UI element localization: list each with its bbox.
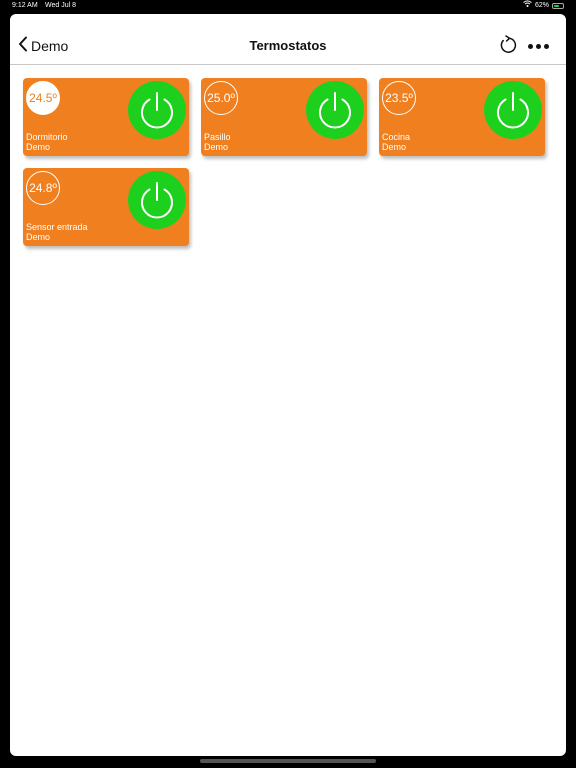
thermostat-group: Demo — [26, 142, 51, 152]
more-icon-dot — [536, 43, 541, 49]
thermostat-tile[interactable]: 24.5º Dormitorio Demo — [23, 78, 189, 156]
home-indicator[interactable] — [200, 759, 376, 763]
battery-charging-icon — [552, 3, 564, 9]
thermostat-group: Demo — [382, 142, 407, 152]
app-sheet: Demo Termostatos 24.5º Dormitorio Demo 2… — [10, 14, 566, 756]
temperature-reading[interactable]: 24.5º — [26, 81, 60, 115]
refresh-button[interactable] — [498, 35, 518, 55]
status-time: 9:12 AM — [12, 2, 38, 9]
thermostat-group: Demo — [204, 142, 229, 152]
more-button[interactable] — [528, 41, 552, 51]
status-date: Wed Jul 8 — [45, 2, 76, 9]
thermostat-tile[interactable]: 25.0º Pasillo Demo — [201, 78, 367, 156]
wifi-icon — [523, 0, 532, 12]
power-icon — [141, 182, 173, 219]
power-button[interactable] — [306, 81, 364, 139]
more-icon-dot — [528, 43, 533, 49]
thermostat-tile[interactable]: 24.8º Sensor entrada Demo — [23, 168, 189, 246]
thermostat-group: Demo — [26, 232, 51, 242]
page-title: Termostatos — [249, 38, 327, 53]
more-icon-dot — [544, 43, 549, 49]
temperature-reading[interactable]: 25.0º — [204, 81, 238, 115]
power-icon — [319, 92, 351, 129]
thermostat-name: Cocina — [382, 132, 411, 142]
power-icon — [141, 92, 173, 129]
thermostat-name: Sensor entrada — [26, 222, 88, 232]
status-right: 62% — [523, 0, 564, 12]
thermostat-name: Dormitorio — [26, 132, 68, 142]
refresh-icon — [498, 35, 518, 59]
temperature-reading[interactable]: 23.5º — [382, 81, 416, 115]
battery-percent: 62% — [534, 2, 549, 9]
status-bar: 9:12 AM Wed Jul 8 62% — [0, 0, 576, 12]
power-button[interactable] — [484, 81, 542, 139]
power-button[interactable] — [128, 171, 186, 229]
battery-level — [554, 5, 559, 7]
thermostat-tile[interactable]: 23.5º Cocina Demo — [379, 78, 545, 156]
power-button[interactable] — [128, 81, 186, 139]
nav-bar: Demo Termostatos — [10, 14, 566, 65]
thermostat-name: Pasillo — [204, 132, 231, 142]
power-icon — [497, 92, 529, 129]
temperature-reading[interactable]: 24.8º — [26, 171, 60, 205]
